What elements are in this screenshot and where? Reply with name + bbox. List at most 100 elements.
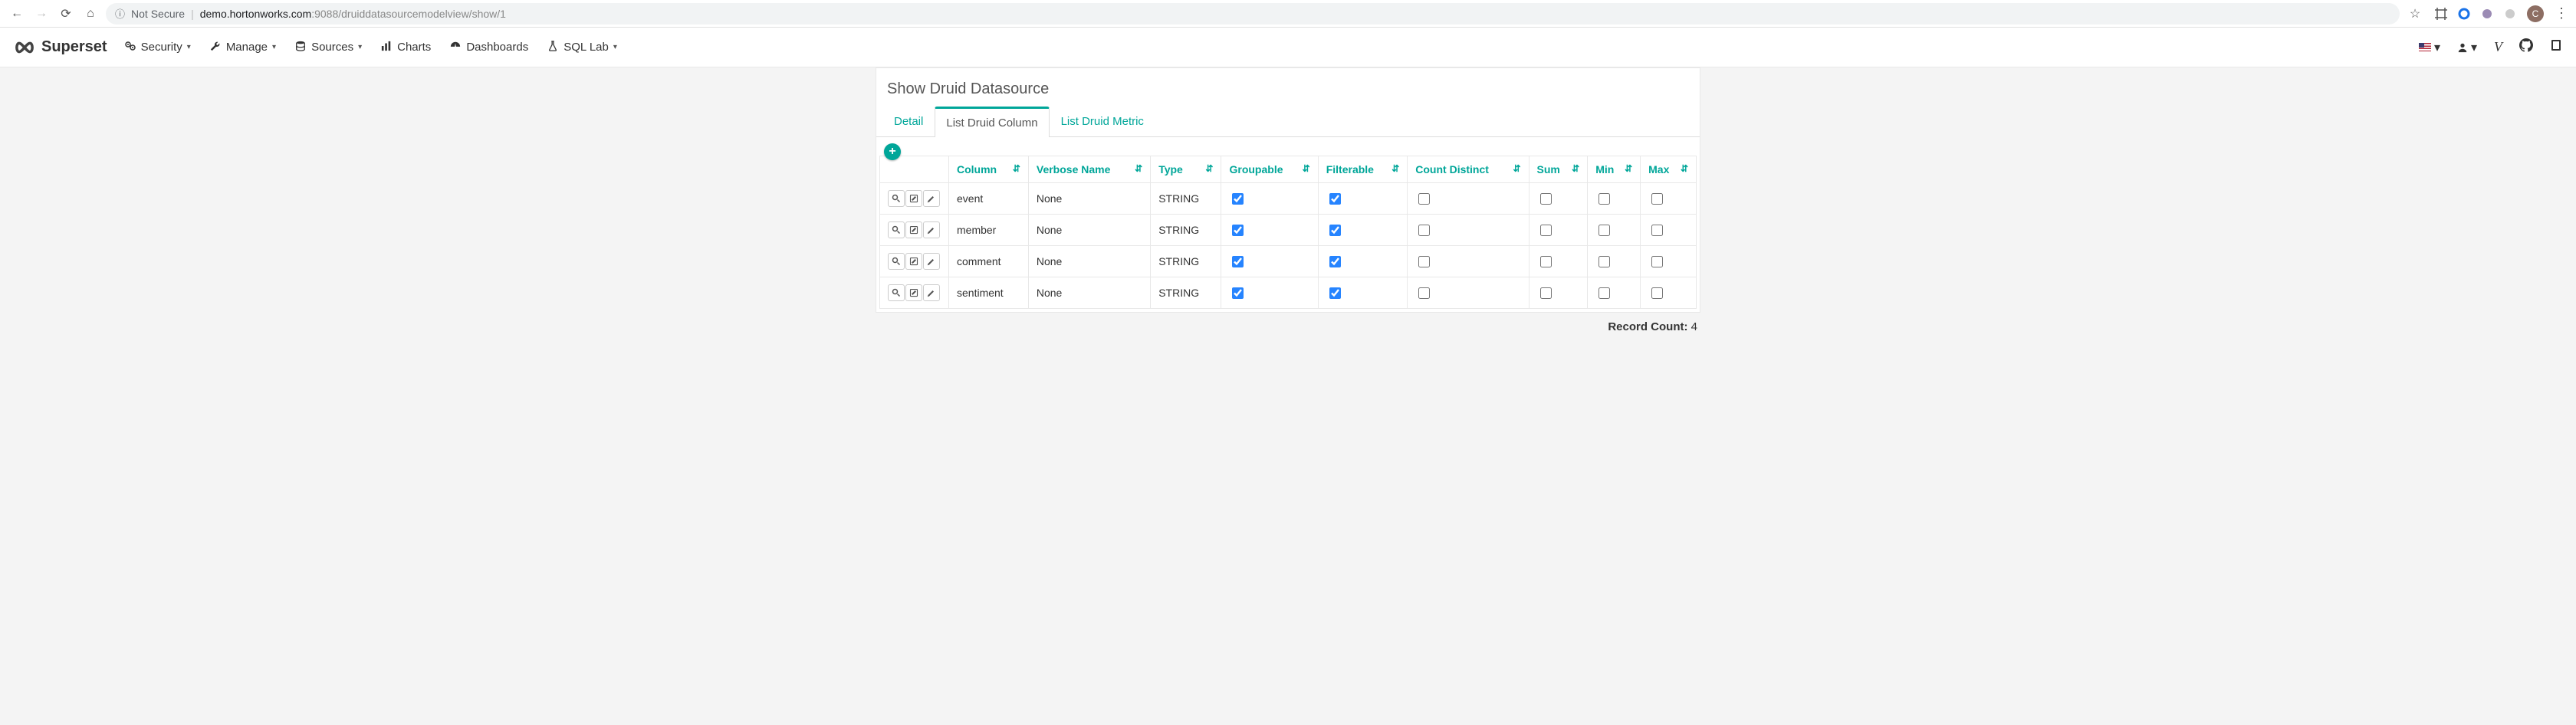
show-button[interactable] — [888, 190, 905, 207]
cell-column: event — [949, 183, 1029, 215]
sort-icon: ⇵ — [1392, 163, 1399, 174]
count_distinct-checkbox[interactable] — [1418, 225, 1430, 236]
flask-icon — [547, 41, 559, 54]
cell-sum — [1529, 215, 1588, 246]
cell-type: STRING — [1151, 215, 1221, 246]
sum-checkbox[interactable] — [1540, 287, 1552, 299]
language-flag[interactable]: ▾ — [2419, 40, 2440, 55]
count_distinct-checkbox[interactable] — [1418, 256, 1430, 267]
table-container: Column⇵ Verbose Name⇵ Type⇵ Groupable⇵ F… — [876, 153, 1700, 312]
pencil-icon — [927, 225, 936, 235]
delete-button[interactable] — [923, 284, 940, 301]
count_distinct-checkbox[interactable] — [1418, 287, 1430, 299]
tab-detail[interactable]: Detail — [882, 107, 935, 137]
nav-dashboards[interactable]: Dashboards — [448, 36, 530, 58]
add-button[interactable]: + — [884, 143, 901, 160]
chevron-down-icon: ▾ — [2434, 40, 2440, 55]
main-panel: Show Druid Datasource Detail List Druid … — [876, 67, 1700, 313]
sort-icon: ⇵ — [1135, 163, 1142, 174]
user-menu[interactable]: ▾ — [2457, 40, 2477, 55]
delete-button[interactable] — [923, 190, 940, 207]
delete-button[interactable] — [923, 253, 940, 270]
docs-link[interactable] — [2550, 39, 2562, 55]
filterable-checkbox[interactable] — [1329, 193, 1341, 205]
min-checkbox[interactable] — [1598, 193, 1610, 205]
sort-icon: ⇵ — [1205, 163, 1213, 174]
github-link[interactable] — [2519, 38, 2533, 56]
edit-button[interactable] — [905, 253, 922, 270]
col-header-min[interactable]: Min⇵ — [1588, 156, 1641, 183]
sum-checkbox[interactable] — [1540, 225, 1552, 236]
max-checkbox[interactable] — [1651, 256, 1663, 267]
nav-manage[interactable]: Manage ▾ — [208, 36, 278, 58]
edit-button[interactable] — [905, 284, 922, 301]
show-button[interactable] — [888, 221, 905, 238]
cell-filterable — [1318, 215, 1408, 246]
cell-verbose: None — [1028, 215, 1150, 246]
cell-verbose: None — [1028, 183, 1150, 215]
cell-count_distinct — [1408, 215, 1529, 246]
nav-charts[interactable]: Charts — [379, 36, 432, 58]
home-button[interactable]: ⌂ — [81, 5, 100, 23]
cell-min — [1588, 183, 1641, 215]
crop-icon[interactable] — [2435, 8, 2447, 20]
groupable-checkbox[interactable] — [1232, 256, 1244, 267]
menu-kebab-icon[interactable]: ⋮ — [2555, 5, 2568, 21]
back-button[interactable]: ← — [8, 5, 26, 23]
tab-list-druid-column[interactable]: List Druid Column — [935, 107, 1049, 137]
address-bar[interactable]: ⓘ Not Secure | demo.hortonworks.com:9088… — [106, 3, 2400, 25]
cell-column: comment — [949, 246, 1029, 277]
groupable-checkbox[interactable] — [1232, 193, 1244, 205]
min-checkbox[interactable] — [1598, 256, 1610, 267]
delete-button[interactable] — [923, 221, 940, 238]
version-link[interactable]: V — [2494, 39, 2502, 55]
pencil-icon — [927, 288, 936, 297]
url-divider: | — [191, 8, 194, 20]
edit-button[interactable] — [905, 221, 922, 238]
col-header-sum[interactable]: Sum⇵ — [1529, 156, 1588, 183]
profile-avatar[interactable]: C — [2527, 5, 2544, 22]
cell-filterable — [1318, 183, 1408, 215]
brand[interactable]: Superset — [14, 38, 107, 56]
search-icon — [892, 225, 901, 235]
col-header-groupable[interactable]: Groupable⇵ — [1221, 156, 1318, 183]
min-checkbox[interactable] — [1598, 287, 1610, 299]
nav-sql-lab[interactable]: SQL Lab ▾ — [545, 36, 619, 58]
ext-circle-blue-icon[interactable] — [2458, 8, 2470, 20]
nav-security[interactable]: Security ▾ — [123, 35, 192, 59]
ext-dot-grey-icon[interactable] — [2504, 8, 2516, 20]
max-checkbox[interactable] — [1651, 193, 1663, 205]
max-checkbox[interactable] — [1651, 225, 1663, 236]
book-icon — [2550, 39, 2562, 51]
filterable-checkbox[interactable] — [1329, 225, 1341, 236]
tabs: Detail List Druid Column List Druid Metr… — [876, 106, 1700, 137]
ext-dot-purple-icon[interactable] — [2481, 8, 2493, 20]
show-button[interactable] — [888, 253, 905, 270]
show-button[interactable] — [888, 284, 905, 301]
tab-list-druid-metric[interactable]: List Druid Metric — [1050, 107, 1155, 137]
filterable-checkbox[interactable] — [1329, 256, 1341, 267]
sum-checkbox[interactable] — [1540, 193, 1552, 205]
col-header-filterable[interactable]: Filterable⇵ — [1318, 156, 1408, 183]
sort-icon: ⇵ — [1013, 163, 1020, 174]
groupable-checkbox[interactable] — [1232, 225, 1244, 236]
count_distinct-checkbox[interactable] — [1418, 193, 1430, 205]
nav-sources[interactable]: Sources ▾ — [293, 36, 363, 58]
min-checkbox[interactable] — [1598, 225, 1610, 236]
filterable-checkbox[interactable] — [1329, 287, 1341, 299]
max-checkbox[interactable] — [1651, 287, 1663, 299]
sum-checkbox[interactable] — [1540, 256, 1552, 267]
edit-button[interactable] — [905, 190, 922, 207]
nav-label: Security — [141, 41, 182, 54]
col-header-column[interactable]: Column⇵ — [949, 156, 1029, 183]
forward-button[interactable]: → — [32, 5, 51, 23]
nav-right: ▾ ▾ V — [2419, 38, 2562, 56]
star-icon[interactable]: ☆ — [2406, 5, 2424, 23]
col-header-verbose[interactable]: Verbose Name⇵ — [1028, 156, 1150, 183]
col-header-type[interactable]: Type⇵ — [1151, 156, 1221, 183]
col-header-max[interactable]: Max⇵ — [1641, 156, 1697, 183]
table-row: memberNoneSTRING — [880, 215, 1697, 246]
col-header-count-distinct[interactable]: Count Distinct⇵ — [1408, 156, 1529, 183]
groupable-checkbox[interactable] — [1232, 287, 1244, 299]
reload-button[interactable]: ⟳ — [57, 5, 75, 23]
